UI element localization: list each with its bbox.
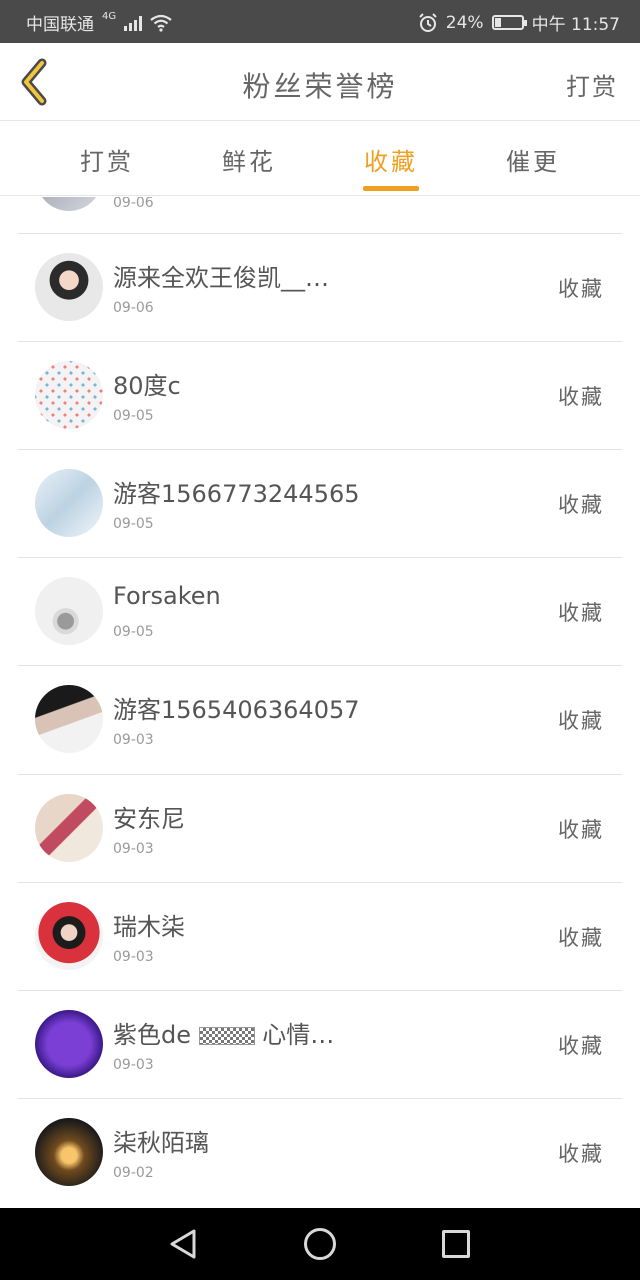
list-item[interactable]: 80度c 09-05 收藏 bbox=[0, 342, 640, 450]
tab-favorites[interactable]: 收藏 bbox=[341, 142, 441, 177]
page-title: 粉丝荣誉榜 bbox=[242, 70, 398, 103]
list-item[interactable]: 柒秋陌璃 09-02 收藏 bbox=[0, 1099, 640, 1207]
item-action: 收藏 bbox=[558, 709, 604, 733]
avatar bbox=[35, 794, 103, 862]
status-left: 中国联通 4G bbox=[26, 10, 172, 35]
item-action: 收藏 bbox=[558, 818, 604, 842]
item-name: 80度c bbox=[113, 372, 181, 400]
list-item[interactable]: 紫色de 心情… 09-03 收藏 bbox=[0, 991, 640, 1099]
item-action: 收藏 bbox=[558, 601, 604, 625]
network-type: 4G bbox=[102, 11, 117, 22]
list-item[interactable]: 游客1566773244565 09-05 收藏 bbox=[0, 450, 640, 558]
clock: 中午 11:57 bbox=[531, 15, 620, 35]
item-date: 09-05 bbox=[113, 516, 154, 532]
reward-button[interactable]: 打赏 bbox=[566, 67, 618, 102]
fan-list[interactable]: 09-06 源来全欢王俊凯__… 09-06 收藏 80度c 09-05 收藏 … bbox=[0, 197, 640, 1207]
avatar bbox=[35, 902, 103, 970]
status-right: 24% 中午 11:57 bbox=[418, 10, 620, 35]
battery-icon bbox=[491, 15, 527, 30]
avatar bbox=[35, 469, 103, 537]
item-date: 09-06 bbox=[113, 197, 154, 211]
wifi-icon bbox=[150, 14, 172, 32]
avatar bbox=[35, 577, 103, 645]
item-action: 收藏 bbox=[558, 1142, 604, 1166]
item-action: 收藏 bbox=[558, 385, 604, 409]
nav-back-icon[interactable] bbox=[168, 1228, 198, 1260]
battery-percent: 24% bbox=[445, 12, 484, 33]
list-item[interactable]: 源来全欢王俊凯__… 09-06 收藏 bbox=[0, 234, 640, 342]
alarm-icon bbox=[419, 12, 437, 32]
avatar bbox=[35, 253, 103, 321]
item-date: 09-05 bbox=[113, 408, 154, 424]
item-date: 09-03 bbox=[113, 732, 154, 748]
item-name: 瑞木柒 bbox=[113, 913, 185, 941]
item-date: 09-03 bbox=[113, 1057, 154, 1073]
item-name: Forsaken bbox=[113, 582, 221, 610]
item-name: 安东尼 bbox=[113, 805, 185, 833]
tab-bar: 打赏 鲜花 收藏 催更 bbox=[0, 122, 640, 196]
nav-recents-icon[interactable] bbox=[442, 1230, 470, 1258]
item-name-suffix: 心情… bbox=[262, 1021, 335, 1049]
item-date: 09-06 bbox=[113, 300, 154, 316]
emoji-placeholder bbox=[198, 1027, 255, 1045]
avatar bbox=[35, 685, 103, 753]
item-action: 收藏 bbox=[558, 277, 604, 301]
item-date: 09-03 bbox=[113, 949, 154, 965]
list-item[interactable]: 游客1565406364057 09-03 收藏 bbox=[0, 666, 640, 774]
item-date: 09-02 bbox=[113, 1165, 154, 1181]
list-item[interactable]: 瑞木柒 09-03 收藏 bbox=[0, 883, 640, 991]
tab-flowers[interactable]: 鲜花 bbox=[199, 142, 299, 177]
active-tab-indicator bbox=[363, 186, 419, 191]
avatar bbox=[35, 1118, 103, 1186]
avatar bbox=[35, 1010, 103, 1078]
item-name: 源来全欢王俊凯__… bbox=[113, 264, 329, 292]
status-bar: 中国联通 4G 24% 中午 11:57 bbox=[0, 0, 640, 43]
signal-icon bbox=[124, 15, 143, 31]
tab-urge-update[interactable]: 催更 bbox=[483, 142, 583, 177]
app-header: 粉丝荣誉榜 打赏 bbox=[0, 43, 640, 121]
nav-home-icon[interactable] bbox=[304, 1228, 336, 1260]
item-date: 09-05 bbox=[113, 624, 154, 640]
item-name: 游客1566773244565 bbox=[113, 480, 360, 508]
item-action: 收藏 bbox=[558, 1034, 604, 1058]
item-name: 柒秋陌璃 bbox=[113, 1129, 209, 1157]
tab-reward[interactable]: 打赏 bbox=[57, 142, 157, 177]
avatar bbox=[35, 361, 103, 429]
list-item[interactable]: 09-06 bbox=[0, 197, 640, 233]
item-name: 紫色de 心情… bbox=[113, 1015, 334, 1050]
carrier-label: 中国联通 bbox=[26, 15, 94, 35]
avatar bbox=[36, 197, 102, 211]
item-name: 游客1565406364057 bbox=[113, 696, 360, 724]
list-item[interactable]: Forsaken 09-05 收藏 bbox=[0, 558, 640, 666]
item-action: 收藏 bbox=[558, 926, 604, 950]
item-action: 收藏 bbox=[558, 493, 604, 517]
list-item[interactable]: 安东尼 09-03 收藏 bbox=[0, 775, 640, 883]
item-name-prefix: 紫色de bbox=[113, 1021, 191, 1049]
system-nav-bar bbox=[0, 1208, 640, 1280]
item-date: 09-03 bbox=[113, 841, 154, 857]
